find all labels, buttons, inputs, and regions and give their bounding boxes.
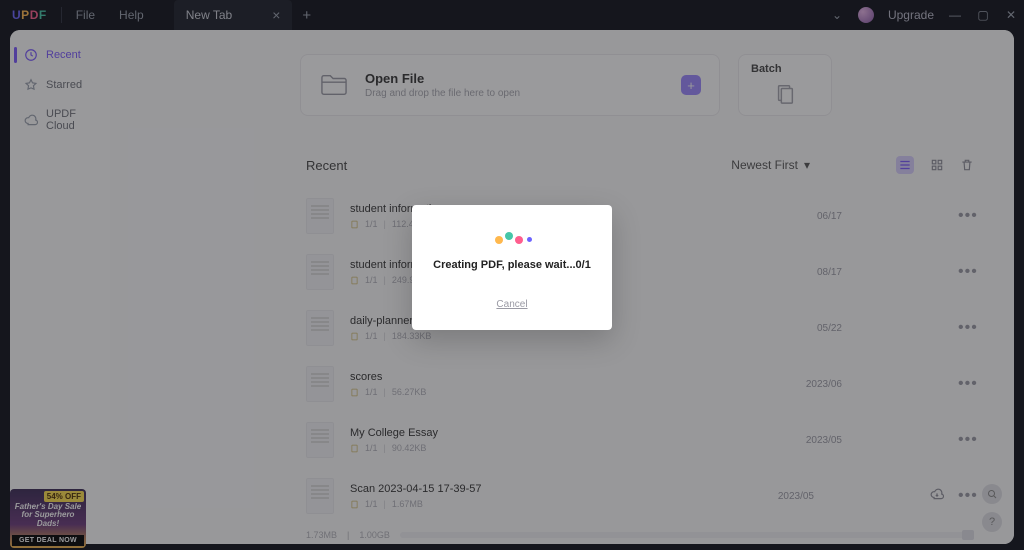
creating-pdf-modal: Creating PDF, please wait...0/1 Cancel [412, 205, 612, 330]
cancel-link[interactable]: Cancel [496, 299, 527, 310]
modal-message: Creating PDF, please wait...0/1 [430, 259, 594, 271]
spinner-icon [430, 233, 594, 241]
